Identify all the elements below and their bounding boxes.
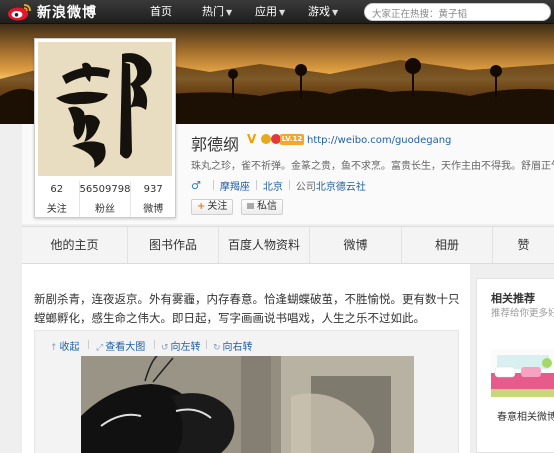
- post-text: 新剧杀青，连夜返京。外有雾霾，内存春意。恰逢蝴蝶破茧，不胜愉悦。更有数十只螳螂孵…: [34, 292, 460, 325]
- rotate-left-label: 向左转: [170, 342, 201, 353]
- user-name: 郭德纲: [191, 135, 240, 154]
- zoom-icon: ⤢: [96, 343, 104, 353]
- divider: [212, 180, 214, 190]
- chevron-down-icon: ▼: [279, 8, 286, 17]
- tab-home[interactable]: 他的主页: [22, 227, 127, 263]
- bedroom-image: [491, 349, 554, 397]
- profile-stats: 62 关注 56509798 粉丝 937 微博: [35, 181, 175, 217]
- zodiac-tag[interactable]: 摩羯座: [220, 178, 250, 193]
- tab-album[interactable]: 相册: [401, 227, 492, 263]
- user-info-row: ♂ 摩羯座 北京 公司 北京德云社: [191, 178, 366, 193]
- rotate-right-link[interactable]: ↻ 向右转: [213, 338, 253, 353]
- message-icon: [247, 203, 254, 209]
- stat-value: 56509798: [79, 184, 131, 195]
- profile-tabs: 他的主页 图书作品 百度人物资料 微博 相册 赞: [22, 226, 554, 264]
- butterfly-photo: [81, 356, 414, 453]
- stat-label: 粉丝: [95, 204, 115, 215]
- nav-games-label: 游戏: [308, 5, 330, 18]
- recommendation-name[interactable]: 春意相关微博: [497, 408, 554, 423]
- nav-apps-label: 应用: [255, 5, 277, 18]
- nav-games[interactable]: 游戏 ▼: [308, 0, 338, 24]
- divider: [288, 180, 290, 190]
- collapse-link[interactable]: ↑ 收起: [50, 338, 80, 353]
- rotate-right-icon: ↻: [213, 343, 221, 353]
- collapse-label: 收起: [59, 342, 80, 353]
- message-label: 私信: [257, 201, 277, 212]
- arrow-up-icon: ↑: [50, 343, 58, 353]
- nav-home[interactable]: 首页: [150, 0, 172, 24]
- company-link[interactable]: 北京德云社: [316, 178, 366, 193]
- post-photo[interactable]: [81, 356, 414, 453]
- stat-label: 关注: [46, 204, 67, 215]
- sidebar-subtitle: 推荐给你更多好微博: [491, 308, 554, 319]
- nav-apps[interactable]: 应用 ▼: [255, 0, 285, 24]
- rotate-left-link[interactable]: ↺ 向左转: [161, 338, 201, 353]
- divider: [206, 340, 207, 349]
- member-crown-icon[interactable]: [261, 134, 271, 144]
- follow-button[interactable]: + 关注: [191, 199, 234, 215]
- divider: [154, 340, 155, 349]
- stat-value: 937: [143, 184, 163, 195]
- tab-weibo[interactable]: 微博: [309, 227, 401, 263]
- verified-v-icon[interactable]: V: [247, 133, 259, 145]
- avatar[interactable]: [38, 42, 172, 176]
- profile-url-link[interactable]: http://weibo.com/guodegang: [307, 135, 451, 146]
- male-icon: ♂: [191, 178, 201, 192]
- nav-hot-label: 热门: [202, 5, 224, 18]
- nav-hot[interactable]: 热门 ▼: [202, 0, 232, 24]
- sidebar-title: 相关推荐: [491, 292, 535, 305]
- level-badge[interactable]: LV.12: [280, 134, 304, 145]
- calligraphy-avatar-image: [38, 42, 172, 176]
- company-prefix: 公司: [295, 181, 316, 193]
- view-large-label: 查看大图: [105, 342, 146, 353]
- stat-following[interactable]: 62 关注: [35, 181, 80, 217]
- stat-label: 微博: [143, 204, 164, 215]
- weibo-logo[interactable]: 新浪微博: [4, 2, 97, 22]
- divider: [255, 180, 257, 190]
- divider: [88, 340, 89, 349]
- plus-icon: +: [197, 201, 206, 212]
- view-large-link[interactable]: ⤢ 查看大图: [96, 338, 145, 353]
- tab-books[interactable]: 图书作品: [127, 227, 218, 263]
- location-link[interactable]: 北京: [263, 178, 283, 193]
- search-placeholder: 大家正在热搜：黄子韬: [372, 9, 468, 20]
- message-button[interactable]: 私信: [241, 199, 283, 215]
- follow-label: 关注: [207, 201, 228, 212]
- rotate-left-icon: ↺: [161, 343, 169, 353]
- top-navigation-bar: 新浪微博 首页 热门 ▼ 应用 ▼ 游戏 ▼ 大家正在热搜：黄子韬: [0, 0, 554, 24]
- tab-baidu-profile[interactable]: 百度人物资料: [218, 227, 309, 263]
- related-recommendations: 相关推荐 推荐给你更多好微博 春意相关微博: [476, 278, 554, 453]
- recommendation-thumbnail[interactable]: [491, 349, 554, 397]
- search-input[interactable]: 大家正在热搜：黄子韬: [364, 3, 551, 21]
- tab-likes[interactable]: 赞: [492, 227, 554, 263]
- stat-followers[interactable]: 56509798 粉丝: [80, 181, 132, 217]
- chevron-down-icon: ▼: [226, 8, 233, 17]
- stat-posts[interactable]: 937 微博: [131, 181, 175, 217]
- logo-text: 新浪微博: [37, 5, 97, 21]
- rotate-right-label: 向右转: [222, 342, 253, 353]
- user-description: 珠丸之珍，雀不祈弹。金篆之贵，鱼不求烹。富贵长生，天作主由不得我。舒眉正气，我: [191, 161, 554, 172]
- chevron-down-icon: ▼: [332, 8, 339, 17]
- weibo-eye-icon: [8, 4, 31, 21]
- stat-value: 62: [50, 184, 64, 195]
- avatar-card: 62 关注 56509798 粉丝 937 微博: [34, 38, 176, 218]
